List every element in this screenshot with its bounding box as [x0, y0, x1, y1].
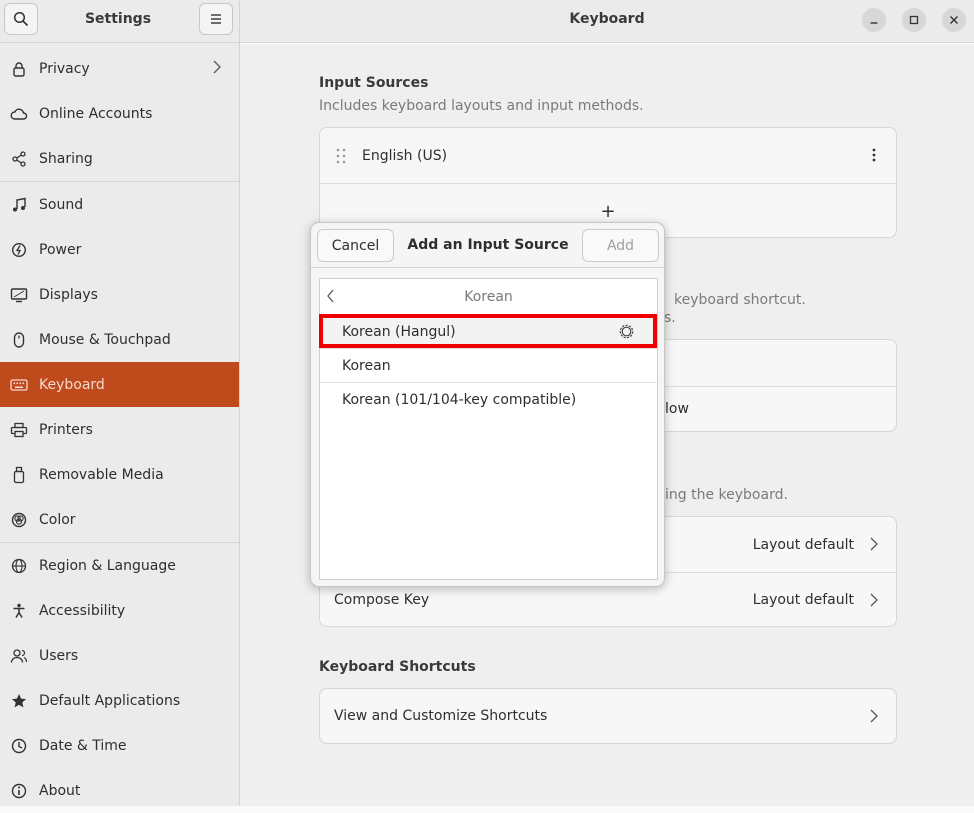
sidebar-item-label: Online Accounts [39, 105, 153, 122]
maximize-icon [909, 15, 919, 25]
accessibility-icon [10, 602, 28, 620]
power-icon [10, 241, 28, 259]
sidebar-header: Settings [0, 0, 239, 43]
switching-subtitle-fragment-2: s. [664, 310, 676, 326]
sidebar-item-mouse-touchpad[interactable]: Mouse & Touchpad [0, 317, 239, 362]
lock-icon [10, 60, 28, 78]
sidebar-title: Settings [84, 11, 152, 27]
hamburger-icon [211, 14, 221, 24]
keyboard-shortcuts-title: Keyboard Shortcuts [319, 659, 476, 675]
shortcuts-card: View and Customize Shortcuts [319, 688, 897, 744]
sidebar-item-accessibility[interactable]: Accessibility [0, 588, 239, 633]
cancel-button[interactable]: Cancel [317, 229, 394, 262]
info-icon [10, 782, 28, 800]
sidebar-item-label: Accessibility [39, 602, 126, 619]
menu-button[interactable] [199, 3, 233, 35]
chevron-right-icon [870, 593, 878, 611]
sidebar-item-about[interactable]: About [0, 768, 239, 813]
globe-icon [10, 557, 28, 575]
chevron-right-icon [213, 60, 221, 78]
sidebar-item-label: Users [39, 647, 79, 664]
row-value: Layout default [752, 536, 854, 553]
row-value: Layout default [752, 592, 854, 608]
sidebar-item-default-applications[interactable]: Default Applications [0, 678, 239, 723]
sidebar-item-label: Displays [39, 286, 98, 303]
close-button[interactable] [942, 8, 966, 32]
sidebar-item-sound[interactable]: Sound [0, 182, 239, 227]
list-item-label: Korean [342, 357, 391, 374]
input-sources-subtitle: Includes keyboard layouts and input meth… [319, 98, 644, 114]
sidebar: Settings Privacy Online Accounts Sharing… [0, 0, 240, 806]
row-label: Compose Key [334, 592, 430, 608]
color-icon [10, 511, 28, 529]
chevron-right-icon [870, 709, 878, 727]
sidebar-item-label: Sound [39, 196, 84, 213]
close-icon [950, 16, 958, 24]
list-item-label: Korean (101/104-key compatible) [342, 392, 577, 408]
switching-subtitle-fragment: keyboard shortcut. [674, 292, 806, 308]
keyboard-icon [10, 376, 28, 394]
printer-icon [10, 421, 28, 439]
mouse-icon [10, 331, 28, 349]
sidebar-item-power[interactable]: Power [0, 227, 239, 272]
switching-row-fragment: low [665, 401, 689, 417]
plus-icon: + [600, 200, 616, 222]
sidebar-item-label: Sharing [39, 150, 93, 167]
minimize-button[interactable] [862, 8, 886, 32]
language-label: Korean [464, 288, 513, 305]
header-bar: Keyboard [240, 0, 974, 43]
sidebar-item-online-accounts[interactable]: Online Accounts [0, 91, 239, 136]
selection-highlight [319, 314, 657, 348]
display-icon [10, 286, 28, 304]
sidebar-item-label: Removable Media [39, 466, 164, 483]
sidebar-item-label: Mouse & Touchpad [39, 331, 171, 348]
more-options-icon[interactable] [872, 148, 876, 166]
special-entry-subtitle-fragment: ing the keyboard. [665, 487, 788, 503]
music-note-icon [10, 196, 28, 214]
search-icon [13, 11, 29, 27]
sidebar-item-keyboard[interactable]: Keyboard [0, 362, 239, 407]
input-source-label: English (US) [362, 147, 448, 164]
sidebar-item-label: Power [39, 241, 82, 258]
users-icon [10, 647, 28, 665]
sidebar-item-privacy[interactable]: Privacy [0, 46, 239, 91]
clock-icon [10, 737, 28, 755]
sidebar-item-label: Region & Language [39, 557, 176, 574]
star-icon [10, 692, 28, 710]
list-item-korean[interactable]: Korean [320, 349, 657, 383]
cloud-icon [10, 105, 28, 123]
sidebar-item-region-language[interactable]: Region & Language [0, 543, 239, 588]
list-item-korean-101-104[interactable]: Korean (101/104-key compatible) [320, 383, 657, 417]
sidebar-item-color[interactable]: Color [0, 497, 239, 542]
input-source-row[interactable]: English (US) [320, 128, 896, 183]
minimize-icon [870, 22, 878, 24]
row-label: View and Customize Shortcuts [334, 708, 548, 724]
sidebar-item-label: Keyboard [39, 376, 105, 393]
drag-handle-icon[interactable] [336, 148, 346, 164]
sidebar-item-date-time[interactable]: Date & Time [0, 723, 239, 768]
sidebar-item-users[interactable]: Users [0, 633, 239, 678]
search-button[interactable] [4, 3, 38, 35]
usb-icon [10, 466, 28, 484]
input-sources-title: Input Sources [319, 75, 429, 91]
sidebar-item-sharing[interactable]: Sharing [0, 136, 239, 181]
sidebar-item-label: Date & Time [39, 737, 127, 754]
add-input-source-dialog: Cancel Add an Input Source Add Korean Ko… [310, 222, 665, 587]
back-row[interactable]: Korean [320, 279, 657, 315]
sidebar-item-printers[interactable]: Printers [0, 407, 239, 452]
sidebar-item-label: About [39, 782, 81, 799]
dialog-header: Cancel Add an Input Source Add [311, 223, 664, 268]
maximize-button[interactable] [902, 8, 926, 32]
sidebar-item-label: Default Applications [39, 692, 181, 709]
chevron-right-icon [870, 537, 878, 555]
sidebar-item-label: Printers [39, 421, 93, 438]
add-button[interactable]: Add [582, 229, 659, 262]
view-customize-shortcuts-row[interactable]: View and Customize Shortcuts [320, 689, 896, 743]
sidebar-item-displays[interactable]: Displays [0, 272, 239, 317]
dialog-title: Add an Input Source [407, 237, 569, 253]
share-icon [10, 150, 28, 168]
sidebar-item-label: Privacy [39, 60, 90, 77]
sidebar-item-removable-media[interactable]: Removable Media [0, 452, 239, 497]
sidebar-item-label: Color [39, 511, 76, 528]
